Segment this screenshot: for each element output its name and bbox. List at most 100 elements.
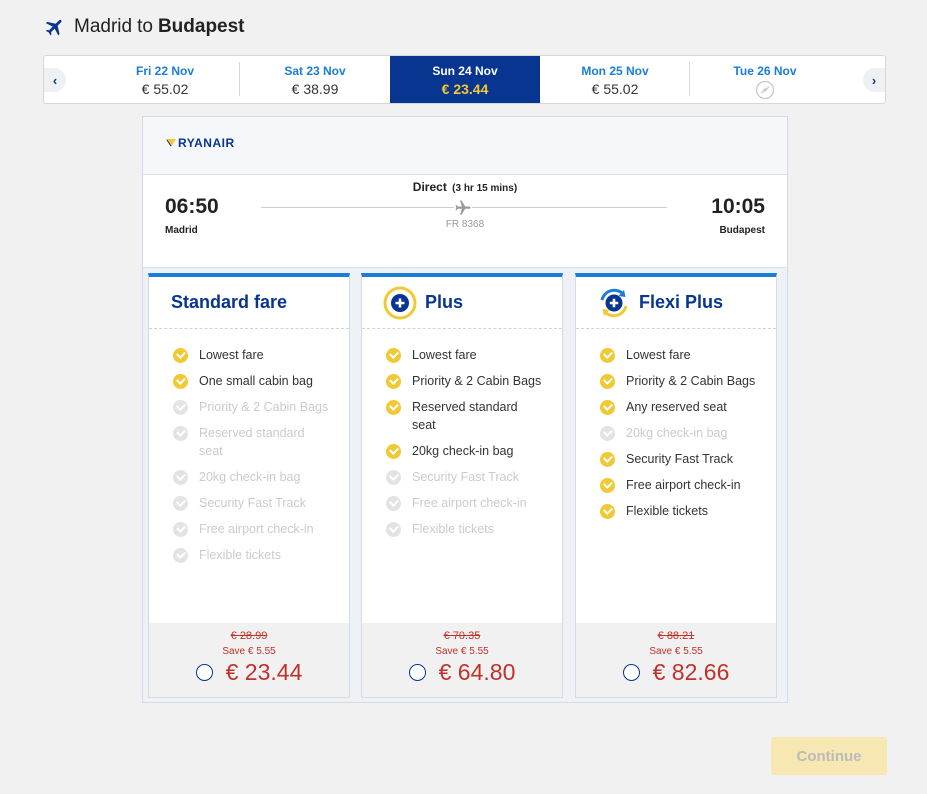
airplane-icon xyxy=(45,19,62,36)
fare-features: Lowest fare One small cabin bag Priority… xyxy=(149,329,349,564)
feature-item: Security Fast Track xyxy=(600,450,776,468)
flexi-plus-icon xyxy=(600,288,628,317)
date-price: € 38.99 xyxy=(291,81,339,97)
fare-name: Standard fare xyxy=(171,292,288,312)
fare-card-plus[interactable]: Plus Lowest fare Priority & 2 Cabin Bags… xyxy=(361,273,563,698)
save-amount: Save € 5.55 xyxy=(222,646,276,657)
route-connector: to xyxy=(137,16,153,37)
check-icon xyxy=(600,374,615,389)
feature-label: Lowest fare xyxy=(199,348,264,362)
arrival-city: Budapest xyxy=(719,225,765,236)
feature-label: Flexible tickets xyxy=(412,522,494,536)
date-label: Tue 26 Nov xyxy=(733,64,797,78)
feature-label: Priority & 2 Cabin Bags xyxy=(626,374,756,388)
feature-label: Reserved standard seat xyxy=(412,400,518,432)
chevron-left-icon: ‹ xyxy=(52,72,58,88)
continue-button[interactable]: Continue xyxy=(771,737,887,775)
check-icon xyxy=(386,400,401,415)
feature-label: Flexible tickets xyxy=(626,504,708,518)
fare-radio-flexi-plus[interactable] xyxy=(622,664,640,681)
fare-price-box: € 88.21 Save € 5.55 € 82.66 xyxy=(576,623,776,697)
flight-type-label: Direct xyxy=(412,180,447,194)
feature-item: One small cabin bag xyxy=(173,372,349,390)
save-amount: Save € 5.55 xyxy=(435,646,489,657)
feature-item: 20kg check-in bag xyxy=(386,442,562,460)
date-option[interactable]: Sat 23 Nov € 38.99 xyxy=(240,56,390,103)
date-label: Mon 25 Nov xyxy=(581,64,649,78)
fare-header: Plus xyxy=(362,277,562,329)
check-icon xyxy=(600,478,615,493)
check-icon xyxy=(173,496,188,511)
check-icon xyxy=(600,504,615,519)
date-price: € 55.02 xyxy=(141,81,189,97)
fare-radio-plus[interactable] xyxy=(408,664,426,681)
check-icon xyxy=(173,348,188,363)
feature-item: Security Fast Track xyxy=(386,468,562,486)
feature-label: Priority & 2 Cabin Bags xyxy=(412,374,542,388)
departure-time: 06:50 xyxy=(165,195,219,218)
fare-card-standard[interactable]: Standard fare Lowest fare One small cabi… xyxy=(148,273,350,698)
check-icon xyxy=(173,470,188,485)
fare-card-flexi-plus[interactable]: Flexi Plus Lowest fare Priority & 2 Cabi… xyxy=(575,273,777,698)
feature-item: Lowest fare xyxy=(386,346,562,364)
check-icon xyxy=(386,444,401,459)
no-flight-icon xyxy=(755,80,775,100)
feature-item: Any reserved seat xyxy=(600,398,776,416)
check-icon xyxy=(173,374,188,389)
fare-name: Plus xyxy=(425,292,464,312)
check-icon xyxy=(173,522,188,537)
flight-plane-icon xyxy=(454,199,472,217)
check-icon xyxy=(386,374,401,389)
date-option[interactable]: Mon 25 Nov € 55.02 xyxy=(540,56,690,103)
arrival-time: 10:05 xyxy=(711,195,765,218)
fare-options: Standard fare Lowest fare One small cabi… xyxy=(143,267,787,702)
flight-duration: (3 hr 15 mins) xyxy=(452,183,518,194)
feature-item: Flexible tickets xyxy=(173,546,349,564)
fare-name: Flexi Plus xyxy=(639,292,724,312)
check-icon xyxy=(386,348,401,363)
check-icon xyxy=(386,522,401,537)
old-price: € 28.99 xyxy=(230,630,268,642)
date-option[interactable]: Tue 26 Nov xyxy=(690,56,840,103)
feature-item: 20kg check-in bag xyxy=(600,424,776,442)
feature-item: Flexible tickets xyxy=(386,520,562,538)
old-price: € 70.35 xyxy=(443,630,481,642)
feature-label: Security Fast Track xyxy=(626,452,733,466)
fare-price-box: € 28.99 Save € 5.55 € 23.44 xyxy=(149,623,349,697)
date-option-selected[interactable]: Sun 24 Nov € 23.44 xyxy=(390,56,540,103)
feature-label: 20kg check-in bag xyxy=(626,426,728,440)
fare-features: Lowest fare Priority & 2 Cabin Bags Any … xyxy=(576,329,776,520)
flight-type: Direct (3 hr 15 mins) xyxy=(143,180,787,194)
flight-card: RYANAIR 06:50 Madrid Direct (3 hr 15 min… xyxy=(142,116,788,703)
check-icon xyxy=(173,400,188,415)
harp-icon xyxy=(166,139,176,147)
fare-header: Flexi Plus xyxy=(576,277,776,329)
feature-label: 20kg check-in bag xyxy=(412,444,514,458)
feature-label: Security Fast Track xyxy=(199,496,306,510)
date-option[interactable]: Fri 22 Nov € 55.02 xyxy=(90,56,240,103)
prev-dates-button[interactable]: ‹ xyxy=(44,68,66,92)
feature-item: Security Fast Track xyxy=(173,494,349,512)
destination-city: Budapest xyxy=(157,16,245,37)
feature-item: Free airport check-in xyxy=(386,494,562,512)
feature-label: Lowest fare xyxy=(412,348,477,362)
fare-price: € 23.44 xyxy=(225,659,303,685)
plus-icon xyxy=(383,286,417,319)
fare-header: Standard fare xyxy=(149,277,349,329)
next-dates-button[interactable]: › xyxy=(863,68,885,92)
date-label: Sat 23 Nov xyxy=(284,64,346,78)
feature-item: Lowest fare xyxy=(173,346,349,364)
feature-label: Free airport check-in xyxy=(199,522,314,536)
fare-radio-standard[interactable] xyxy=(195,664,213,681)
feature-item: Reserved standard seat xyxy=(173,424,349,460)
origin-city: Madrid xyxy=(74,16,133,37)
flight-times: 06:50 Madrid Direct (3 hr 15 mins) FR 83… xyxy=(143,175,787,267)
fare-price: € 82.66 xyxy=(652,659,730,685)
feature-item: Priority & 2 Cabin Bags xyxy=(386,372,562,390)
fare-features: Lowest fare Priority & 2 Cabin Bags Rese… xyxy=(362,329,562,538)
feature-item: 20kg check-in bag xyxy=(173,468,349,486)
chevron-right-icon: › xyxy=(871,72,877,88)
airline-logo: RYANAIR xyxy=(165,136,235,150)
feature-item: Flexible tickets xyxy=(600,502,776,520)
save-amount: Save € 5.55 xyxy=(649,646,703,657)
